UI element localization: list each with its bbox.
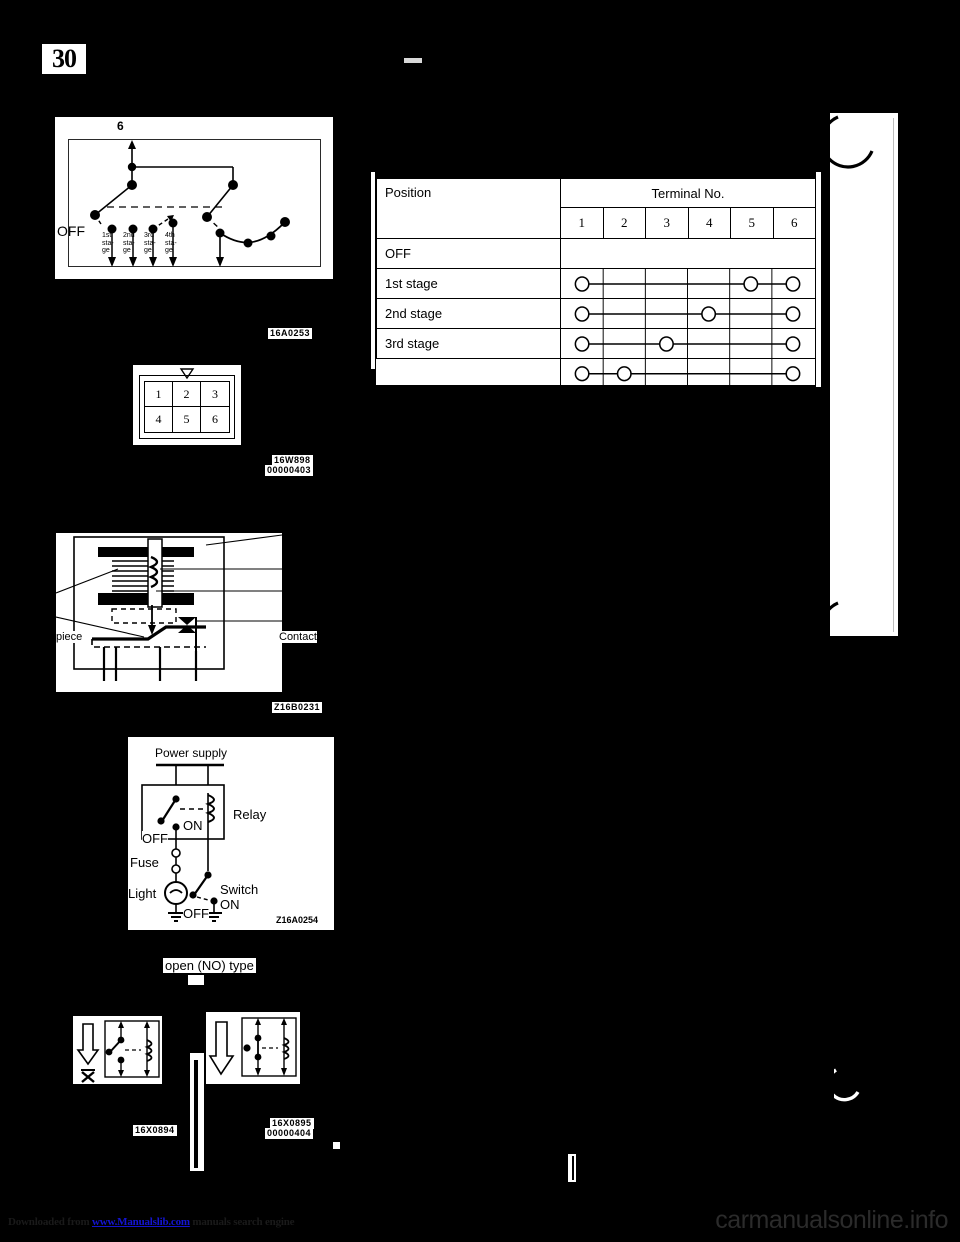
relay-cutaway-label-contact: Contact bbox=[279, 631, 317, 643]
connector-pin-6: 6 bbox=[212, 412, 218, 426]
page-side-strip bbox=[830, 113, 898, 636]
table-left-margin-bar bbox=[371, 172, 375, 369]
table-right-margin-bar bbox=[816, 172, 821, 387]
row-label-1st-stage: 1st stage bbox=[376, 268, 561, 299]
connector-pin-grid: 1 2 3 4 5 6 bbox=[144, 381, 230, 433]
table-row bbox=[376, 358, 816, 389]
side-strip-arcs bbox=[830, 115, 874, 611]
table-row: 1st stage bbox=[376, 268, 816, 299]
relay-cutaway-drawing bbox=[56, 534, 282, 681]
stage-label-3rd: 3rd sta- ge bbox=[144, 232, 156, 254]
page-artifact-square bbox=[333, 1142, 340, 1149]
no-type-open-drawing bbox=[76, 1020, 160, 1083]
terminal-table: Position Terminal No. 1 2 3 4 5 6 OFF 1s… bbox=[376, 178, 816, 389]
continuity-marks-2nd-stage bbox=[574, 299, 801, 328]
connector-pin-3: 3 bbox=[201, 382, 229, 407]
id-code-connector-2: 00000403 bbox=[265, 465, 314, 476]
stage-switch-schematic bbox=[90, 140, 290, 267]
power-supply-label: Power supply bbox=[155, 746, 228, 760]
continuity-marks-off bbox=[561, 239, 815, 268]
continuity-marks-1st-stage bbox=[574, 269, 801, 298]
side-strip-rule bbox=[893, 118, 894, 632]
caption-underline-stub bbox=[188, 975, 204, 985]
row-cells-off bbox=[560, 238, 816, 269]
header-terminal-no: Terminal No. bbox=[560, 178, 816, 208]
figure-stage-switch-diagram: 6 OFF 1st sta- ge 2nd sta- ge 3rd sta- g… bbox=[55, 117, 333, 279]
connector-pin-4: 4 bbox=[145, 407, 173, 432]
header-terminal-5: 5 bbox=[730, 207, 774, 239]
header-terminal-1: 1 bbox=[560, 207, 604, 239]
switch-on-label: ON bbox=[220, 897, 240, 912]
figure-no-type-closed bbox=[206, 1012, 300, 1084]
stage-label-1st: 1st sta- ge bbox=[102, 232, 114, 254]
id-code-no-open: 16X0894 bbox=[133, 1125, 177, 1136]
header-position: Position bbox=[376, 178, 561, 239]
figure-relay-circuit: Power supply Relay ON OFF Fuse Light Swi… bbox=[128, 737, 334, 930]
id-code-relay-circuit: Z16A0254 bbox=[276, 915, 319, 925]
header-terminal-6: 6 bbox=[772, 207, 816, 239]
no-type-closed-drawing bbox=[208, 1017, 297, 1077]
relay-on-label: ON bbox=[183, 818, 203, 833]
relay-label: Relay bbox=[233, 807, 267, 822]
caption-open-no-type: open (NO) type bbox=[163, 958, 256, 973]
row-label-off: OFF bbox=[376, 238, 561, 269]
row-label-2nd-stage: 2nd stage bbox=[376, 298, 561, 329]
stage-label-4th: 4th sta- ge bbox=[165, 232, 177, 254]
table-header-row-1: Position Terminal No. bbox=[376, 178, 816, 239]
figure-connector-stem-line bbox=[194, 1060, 198, 1168]
id-code-stage-switch: 16A0253 bbox=[268, 328, 313, 339]
connector-pin-2: 2 bbox=[173, 382, 201, 407]
fuse-label: Fuse bbox=[130, 855, 159, 870]
row-label-4th-stage bbox=[376, 358, 561, 388]
footer-download-prefix: Downloaded from bbox=[8, 1216, 92, 1228]
header-terminal-3: 3 bbox=[645, 207, 689, 239]
header-terminal-4: 4 bbox=[687, 207, 731, 239]
page-corner-arc bbox=[834, 1068, 870, 1104]
switch-off-label: OFF bbox=[183, 906, 209, 921]
row-cells-4th-stage bbox=[560, 358, 816, 389]
light-label: Light bbox=[128, 886, 157, 901]
row-cells-1st-stage bbox=[560, 268, 816, 299]
connector-pin-1: 1 bbox=[145, 382, 173, 407]
terminal-table-body: Position Terminal No. 1 2 3 4 5 6 OFF 1s… bbox=[376, 178, 816, 389]
off-label: OFF bbox=[57, 223, 85, 239]
relay-off-label: OFF bbox=[142, 831, 168, 846]
switch-label: Switch bbox=[220, 882, 259, 897]
header-terminal-2: 2 bbox=[602, 207, 646, 239]
table-row: 3rd stage bbox=[376, 328, 816, 359]
terminal-continuity-table: Position Terminal No. 1 2 3 4 5 6 OFF 1s… bbox=[376, 178, 816, 389]
corner-arc-icon bbox=[834, 1068, 860, 1102]
footer-brand-watermark: carmanualsonline.info bbox=[715, 1206, 948, 1234]
continuity-marks-4th-stage bbox=[574, 359, 801, 388]
figure-connector-pinout: 1 2 3 4 5 6 bbox=[133, 365, 241, 445]
table-row: 2nd stage bbox=[376, 298, 816, 329]
table-row: OFF bbox=[376, 238, 816, 269]
row-cells-2nd-stage bbox=[560, 298, 816, 329]
connector-pin-5: 5 bbox=[173, 407, 201, 432]
footer-download-link[interactable]: www.Manualslib.com bbox=[92, 1216, 190, 1228]
header-mark bbox=[404, 58, 422, 63]
id-code-no-closed-2: 00000404 bbox=[265, 1128, 314, 1139]
figure-no-type-open bbox=[73, 1016, 162, 1084]
footer-download-notice: Downloaded from www.Manualslib.com manua… bbox=[8, 1216, 295, 1228]
figure-relay-cutaway bbox=[56, 533, 282, 692]
stage-label-2nd: 2nd sta- ge bbox=[123, 232, 135, 254]
page-bottom-tick-line bbox=[572, 1156, 574, 1180]
footer-download-suffix: manuals search engine bbox=[189, 1216, 295, 1228]
id-code-relay-cutaway: Z16B0231 bbox=[272, 702, 323, 713]
relay-cutaway-label-piece: piece bbox=[56, 631, 83, 643]
row-cells-3rd-stage bbox=[560, 328, 816, 359]
row-label-3rd-stage: 3rd stage bbox=[376, 328, 561, 359]
continuity-marks-3rd-stage bbox=[574, 329, 801, 358]
page-number: 30 bbox=[42, 44, 86, 74]
